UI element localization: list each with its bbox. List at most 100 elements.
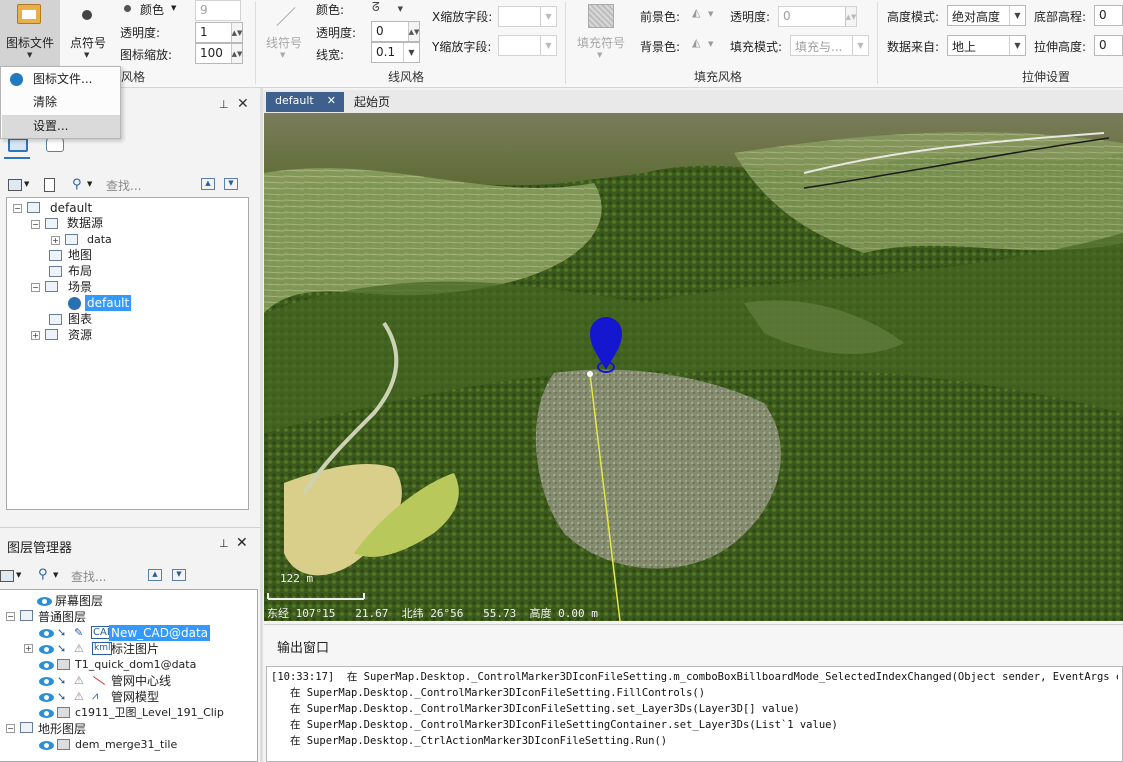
stepper-arrows-icon[interactable]: ▲▼ (408, 22, 419, 41)
menu-item-settings[interactable]: 设置... (2, 115, 120, 138)
tree-datasources[interactable]: 数据源 (67, 215, 103, 231)
point-transparency-field[interactable]: 1 ▲▼ (195, 22, 243, 43)
collapse-toggle[interactable]: − (13, 204, 22, 213)
workspace-search-input[interactable]: 查找... (106, 177, 141, 194)
visible-eye-icon[interactable] (37, 597, 52, 606)
lock-icon[interactable]: ⚠ (74, 674, 84, 687)
extrude-height-field[interactable]: 0 (1094, 35, 1123, 56)
layer-item[interactable]: c1911_卫图_Level_191_Clip (75, 705, 224, 721)
arrow-up-icon[interactable]: ▲ (201, 178, 215, 190)
data-from-select[interactable]: 地上 ▼ (947, 35, 1026, 56)
layer-style-icon[interactable] (0, 570, 14, 582)
panel-splitter[interactable] (260, 88, 263, 762)
lock-icon[interactable]: ⚠ (74, 690, 84, 703)
stepper-arrows-icon[interactable]: ▲▼ (845, 7, 856, 26)
lock-icon[interactable]: ⚠ (74, 642, 84, 655)
symbol-file-button[interactable]: 图标文件 ▼ (0, 0, 60, 66)
height-mode-select[interactable]: 绝对高度 ▼ (947, 5, 1026, 26)
close-icon[interactable]: ✕ (236, 535, 248, 551)
line-symbol-button[interactable]: 线符号 ▼ (259, 0, 309, 66)
selectable-arrow-icon[interactable]: ➘ (57, 690, 66, 703)
tree-scenes[interactable]: 场景 (68, 279, 92, 295)
edit-pencil-icon[interactable]: ✎ (74, 626, 83, 639)
pin-icon[interactable]: ⊥ (219, 537, 229, 550)
chevron-down-icon[interactable]: ▼ (24, 180, 29, 188)
visible-eye-icon[interactable] (39, 693, 54, 702)
scene-viewport[interactable]: 122 m 东经 107°15 21.67 北纬 26°56 55.73 高度 … (264, 113, 1123, 621)
layer-group-normal[interactable]: 普通图层 (38, 609, 86, 625)
pin-icon[interactable]: ⊥ (219, 98, 229, 111)
collapse-toggle[interactable]: − (31, 220, 40, 229)
search-icon[interactable]: ⚲ (38, 567, 48, 582)
fill-transparency-field[interactable]: 0 ▲▼ (778, 6, 857, 27)
chevron-down-icon[interactable]: ▼ (16, 571, 21, 579)
visible-eye-icon[interactable] (39, 741, 54, 750)
expand-toggle[interactable]: + (31, 331, 40, 340)
fill-mode-field[interactable]: 填充与... ▼ (790, 35, 869, 56)
icon-scale-field[interactable]: 100 ▲▼ (195, 43, 243, 64)
visible-eye-icon[interactable] (39, 709, 54, 718)
layer-item[interactable]: New_CAD@data (109, 625, 211, 641)
close-icon[interactable]: ✕ (237, 96, 249, 112)
document-icon[interactable] (44, 178, 55, 192)
menu-item-clear[interactable]: 清除 (2, 91, 120, 114)
bottom-elevation-field[interactable]: 0 (1094, 5, 1123, 26)
selectable-arrow-icon[interactable]: ➘ (57, 626, 66, 639)
tree-charts[interactable]: 图表 (68, 311, 92, 327)
paint-bucket-icon[interactable]: ◭ ▼ (692, 36, 713, 49)
layer-search-input[interactable]: 查找... (71, 568, 106, 585)
tab-scene-default[interactable]: default ✕ (266, 92, 344, 112)
layer-item[interactable]: T1_quick_dom1@data (75, 657, 196, 673)
open-file-icon[interactable] (8, 179, 22, 191)
fill-symbol-button[interactable]: 填充符号 ▼ (571, 0, 631, 66)
visible-eye-icon[interactable] (39, 629, 54, 638)
x-scale-field[interactable]: ▼ (498, 6, 557, 27)
tree-layouts[interactable]: 布局 (68, 263, 92, 279)
chevron-down-icon[interactable]: ▼ (540, 36, 556, 55)
line-width-field[interactable]: 0.1 ▼ (371, 42, 420, 63)
visible-eye-icon[interactable] (39, 677, 54, 686)
stepper-arrows-icon[interactable]: ▲▼ (231, 23, 242, 42)
expand-toggle[interactable]: + (24, 644, 33, 653)
visible-eye-icon[interactable] (39, 661, 54, 670)
workspace-tab-icon[interactable] (8, 138, 28, 152)
tree-root[interactable]: default (50, 200, 92, 216)
point-size-field[interactable]: 9 (195, 0, 241, 21)
tree-resources[interactable]: 资源 (68, 327, 92, 343)
arrow-down-icon[interactable]: ▼ (224, 178, 238, 190)
menu-item-symbol-file[interactable]: 图标文件... (2, 68, 120, 91)
tab-start-page[interactable]: 起始页 (354, 93, 390, 110)
expand-toggle[interactable]: + (51, 236, 60, 245)
arrow-down-icon[interactable]: ▼ (172, 569, 186, 581)
line-transparency-field[interactable]: 0 ▲▼ (371, 21, 420, 42)
chevron-down-icon[interactable]: ▼ (1009, 6, 1025, 25)
chevron-down-icon[interactable]: ▼ (403, 43, 419, 62)
chevron-down-icon[interactable]: ▼ (53, 571, 58, 579)
collapse-toggle[interactable]: − (6, 724, 15, 733)
tree-maps[interactable]: 地图 (68, 247, 92, 263)
output-log[interactable]: [10:33:17] 在 SuperMap.Desktop._ControlMa… (266, 666, 1123, 762)
layer-group-terrain[interactable]: 地形图层 (38, 721, 86, 737)
search-icon[interactable]: ⚲ (72, 177, 82, 192)
stepper-arrows-icon[interactable]: ▲▼ (231, 44, 242, 63)
arrow-up-icon[interactable]: ▲ (148, 569, 162, 581)
visible-eye-icon[interactable] (39, 645, 54, 654)
selectable-arrow-icon[interactable]: ➘ (57, 674, 66, 687)
chevron-down-icon[interactable]: ▼ (1009, 36, 1025, 55)
collapse-toggle[interactable]: − (6, 612, 15, 621)
point-symbol-button[interactable]: 点符号 ▼ (63, 0, 113, 66)
chevron-down-icon[interactable]: ▼ (171, 4, 176, 12)
layer-group-screen[interactable]: 屏幕图层 (55, 593, 103, 609)
paint-bucket-icon[interactable]: ◭ ▼ (692, 6, 713, 19)
chevron-down-icon[interactable]: ▼ (87, 180, 92, 188)
collapse-toggle[interactable]: − (31, 283, 40, 292)
y-scale-field[interactable]: ▼ (498, 35, 557, 56)
tree-scene-default[interactable]: default (85, 295, 132, 311)
close-icon[interactable]: ✕ (327, 94, 336, 107)
terrain-item[interactable]: dem_merge31_tile (75, 737, 177, 753)
layer-item[interactable]: 管网中心线 (111, 673, 171, 689)
layer-item[interactable]: 标注图片 (111, 641, 159, 657)
selectable-arrow-icon[interactable]: ➘ (57, 642, 66, 655)
line-color-picker-icon[interactable]: ᘔ ▼ (372, 0, 412, 20)
tree-data[interactable]: data (87, 232, 112, 248)
